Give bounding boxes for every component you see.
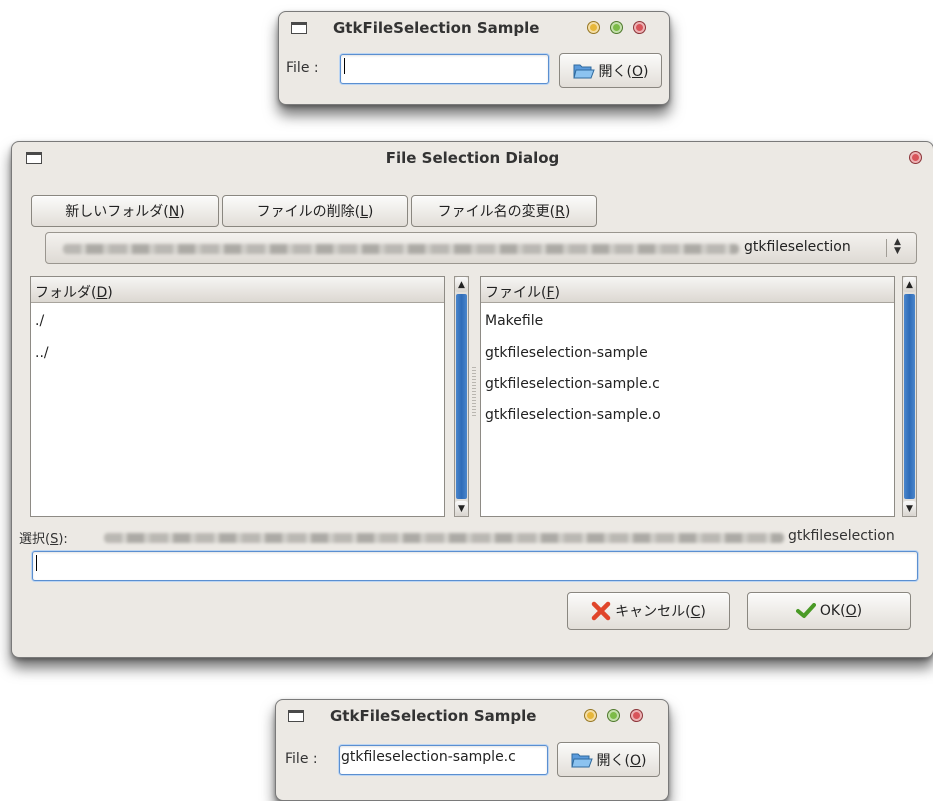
list-item[interactable]: gtkfileselection-sample.c <box>485 376 660 392</box>
scroll-up-icon[interactable]: ▲ <box>903 277 916 292</box>
delete-file-label: ファイルの削除(L) <box>256 204 374 220</box>
file-label: File : <box>285 751 318 767</box>
list-item[interactable]: gtkfileselection-sample <box>485 345 648 361</box>
open-button-label: 開く(O) <box>596 752 647 769</box>
list-item[interactable]: gtkfileselection-sample.o <box>485 407 661 423</box>
scroll-down-icon[interactable]: ▼ <box>903 501 916 516</box>
folder-scrollbar[interactable]: ▲ ▼ <box>454 276 469 517</box>
new-folder-button[interactable]: 新しいフォルダ(N) <box>31 195 219 227</box>
list-item[interactable]: ./ <box>35 313 44 329</box>
folder-open-icon <box>570 753 593 767</box>
blurred-path <box>63 244 739 254</box>
new-folder-label: 新しいフォルダ(N) <box>65 204 185 220</box>
delete-file-button[interactable]: ファイルの削除(L) <box>222 195 408 227</box>
window-title: GtkFileSelection Sample <box>330 707 537 725</box>
top-sample-window: GtkFileSelection Sample File : 開く(O) <box>278 11 670 105</box>
minimize-icon[interactable] <box>587 21 600 34</box>
selection-entry[interactable] <box>32 551 918 581</box>
bottom-window-titlebar[interactable]: GtkFileSelection Sample <box>276 700 668 730</box>
open-button[interactable]: 開く(O) <box>559 53 662 88</box>
close-icon[interactable] <box>633 21 646 34</box>
file-label: File : <box>286 60 319 76</box>
selection-label: 選択(S): <box>19 532 68 547</box>
blurred-selection-path <box>104 533 784 543</box>
close-icon[interactable] <box>630 709 643 722</box>
bottom-sample-window: GtkFileSelection Sample File : gtkfilese… <box>275 699 669 801</box>
folder-open-icon <box>572 64 595 78</box>
scroll-up-icon[interactable]: ▲ <box>455 277 468 292</box>
list-item[interactable]: ../ <box>35 345 49 361</box>
text-caret <box>36 555 37 571</box>
scroll-down-icon[interactable]: ▼ <box>455 501 468 516</box>
file-scrollbar[interactable]: ▲ ▼ <box>902 276 917 517</box>
path-combo[interactable]: gtkfileselection ▲ ▼ <box>45 232 917 264</box>
maximize-icon[interactable] <box>610 21 623 34</box>
folder-list[interactable]: フォルダ(D) ./ ../ <box>30 276 445 517</box>
top-window-titlebar[interactable]: GtkFileSelection Sample <box>279 12 669 42</box>
maximize-icon[interactable] <box>607 709 620 722</box>
file-entry[interactable]: gtkfileselection-sample.c <box>339 745 548 775</box>
selection-path-tail: gtkfileselection <box>788 528 895 544</box>
ok-button[interactable]: OK(O) <box>747 592 911 630</box>
cancel-x-icon <box>591 601 611 621</box>
text-caret <box>344 58 345 74</box>
folder-column-header[interactable]: フォルダ(D) <box>31 277 444 303</box>
open-button[interactable]: 開く(O) <box>557 742 660 777</box>
checkmark-icon <box>795 603 816 618</box>
file-column-header[interactable]: ファイル(F) <box>481 277 894 303</box>
file-selection-dialog: File Selection Dialog 新しいフォルダ(N) ファイルの削除… <box>11 141 933 658</box>
dialog-title: File Selection Dialog <box>385 149 560 167</box>
cancel-button[interactable]: キャンセル(C) <box>567 592 730 630</box>
window-menu-icon[interactable] <box>288 710 304 722</box>
path-combo-value: gtkfileselection <box>744 239 851 255</box>
combo-separator <box>886 239 887 257</box>
pane-resize-handle[interactable] <box>472 367 476 417</box>
file-entry[interactable] <box>340 54 549 84</box>
rename-file-label: ファイル名の変更(R) <box>437 204 571 220</box>
open-button-label: 開く(O) <box>598 63 649 80</box>
combo-updown-icon: ▲ ▼ <box>894 237 901 256</box>
dialog-titlebar[interactable]: File Selection Dialog <box>12 142 933 172</box>
scrollbar-thumb[interactable] <box>456 294 467 499</box>
close-icon[interactable] <box>909 151 922 164</box>
rename-file-button[interactable]: ファイル名の変更(R) <box>411 195 597 227</box>
window-title: GtkFileSelection Sample <box>333 19 540 37</box>
list-item[interactable]: Makefile <box>485 313 543 329</box>
minimize-icon[interactable] <box>584 709 597 722</box>
scrollbar-thumb[interactable] <box>904 294 915 499</box>
window-menu-icon[interactable] <box>291 22 307 34</box>
cancel-button-label: キャンセル(C) <box>615 604 706 620</box>
file-list[interactable]: ファイル(F) Makefile gtkfileselection-sample… <box>480 276 895 517</box>
ok-button-label: OK(O) <box>819 603 863 619</box>
